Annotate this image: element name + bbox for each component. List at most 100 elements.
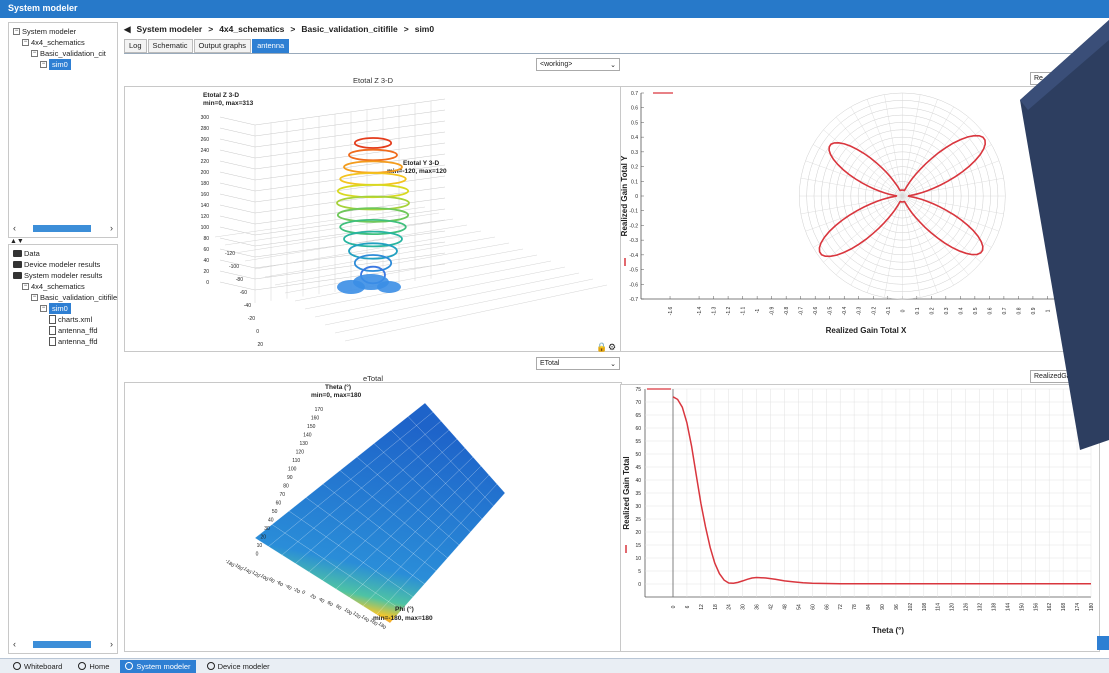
scroll-left-arrow-icon[interactable]: ‹ [13,639,16,650]
expand-icon[interactable]: − [22,283,29,290]
polar-grid-spoke [902,160,1000,197]
tree-item[interactable]: − sim0 [13,303,117,314]
surface-ring [343,160,403,174]
y-tick-label: 70 [635,400,641,406]
x-tick-label: 12 [699,604,705,610]
theta-tick-label: 40 [268,518,274,524]
floor-grid-line [294,254,538,302]
tree-item[interactable]: antenna_ffd [13,336,117,347]
lock-icon[interactable]: 🔒 [596,342,607,353]
x-tick-label: -0.9 [770,306,776,315]
x-tick-label: 132 [978,603,984,612]
tab-log[interactable]: Log [124,39,147,53]
tab-whiteboard[interactable]: Whiteboard [8,660,67,673]
z-tick-label: 220 [201,159,210,165]
theta-tick-label: 80 [283,484,289,490]
x-axis-label: Theta (°) [872,626,904,635]
theta-tick-label: 60 [276,501,282,507]
tree-item[interactable]: − Basic_validation_cit [13,48,106,59]
y-tick-label: -0.5 [629,268,638,274]
x-tick-label: -1 [755,309,761,314]
z-tick-label: 200 [201,170,210,176]
y-tick-label: 0.4 [631,135,638,141]
breadcrumb-level1[interactable]: 4x4_schematics [219,24,284,34]
y-tick-label: -0.2 [629,223,638,229]
tree-item[interactable]: − sim0 [13,59,106,70]
y-tick-label: 55 [635,439,641,445]
breadcrumb-root[interactable]: System modeler [137,24,203,34]
tab-output-graphs[interactable]: Output graphs [193,39,252,53]
tree-item[interactable]: −4x4_schematics [13,281,117,292]
breadcrumb: ◀ System modeler > 4x4_schematics > Basi… [124,22,434,36]
x-tick-label: 0 [900,309,906,312]
tree-item[interactable]: − Basic_validation_citifile [13,292,117,303]
expand-icon[interactable]: − [40,61,47,68]
tab-home[interactable]: Home [73,660,114,673]
results-tree-panel: Data Device modeler results System modeler… [8,244,118,654]
corner-button[interactable] [1097,636,1109,650]
y-tick-label: -60 [240,290,247,296]
tree-item[interactable]: −4x4_schematics [13,37,106,48]
wall-grid-line [219,171,256,181]
x-tick-label: 42 [769,604,775,610]
breadcrumb-level3[interactable]: sim0 [415,24,434,34]
etotal-3d-panel[interactable]: 300 280 260 240 220 200 180 160 140 120 100 80 60 40 2… [124,86,622,352]
expand-icon[interactable]: − [22,39,29,46]
y-tick-label: -120 [225,251,235,257]
working-select[interactable]: <working> ⌄ [536,58,620,71]
expand-icon[interactable]: − [40,305,47,312]
tree-item[interactable]: Device modeler results [13,259,117,270]
tree-item-label: System modeler [22,27,77,36]
surface-ring [353,137,393,149]
phi-tick-label: -40 [283,582,293,591]
expand-icon[interactable]: − [31,50,38,57]
tab-schematic[interactable]: Schematic [147,39,193,53]
gear-icon[interactable]: ⚙ [608,342,616,353]
y-tick-label: -100 [229,264,239,270]
y-axis-label: Realized Gain Total Y [621,155,629,236]
scroll-right-arrow-icon[interactable]: › [110,639,113,650]
x-tick-label: 36 [755,604,761,610]
x-tick-label: 114 [936,603,942,611]
tree-item[interactable]: − System modeler [13,26,106,37]
etotal-3d-plot[interactable]: 3002802602402202001801601401201008060402… [125,87,623,353]
breadcrumb-level2[interactable]: Basic_validation_citifile [301,24,397,34]
phi-tick-label: 140 [360,614,370,624]
etotal-select[interactable]: ETotal ⌄ [536,357,620,370]
horizontal-scrollbar[interactable]: ‹ › [11,639,115,650]
polar-grid-spoke [823,195,903,263]
x-tick-label: -0.8 [784,306,790,315]
scroll-thumb[interactable] [33,641,91,648]
horizontal-scrollbar[interactable]: ‹ › [11,223,115,234]
tab-antenna[interactable]: antenna [252,39,290,53]
expand-icon[interactable]: − [13,28,20,35]
back-icon[interactable]: ◀ [124,24,131,35]
tree-item[interactable]: antenna_ffd [13,325,117,336]
tree-item[interactable]: Data [13,248,117,259]
polar-grid-spoke [823,129,903,197]
wall-grid-line [219,182,256,192]
x-tick-label: 18 [713,604,719,610]
breadcrumb-sep: > [290,24,296,34]
device-modeler-icon [206,662,215,670]
breadcrumb-sep: > [403,24,409,34]
tab-label: Device modeler [217,661,270,671]
tree-item[interactable]: charts.xml [13,314,117,325]
expand-icon[interactable]: − [31,294,38,301]
x-tick-label: -0.4 [842,306,848,315]
scroll-right-arrow-icon[interactable]: › [110,223,113,234]
system-modeler-icon [125,662,134,670]
tree-item-label: sim0 [49,303,71,314]
phi-tick-label: -20 [292,586,302,595]
polar-grid-spoke [902,129,982,197]
tree-item[interactable]: System modeler results [13,270,117,281]
etotal-heatmap-plot[interactable]: 1701601501401301201101009080706050403020… [125,383,623,653]
etotal-heatmap-panel[interactable]: 170 160 150 140 130 120 110 100 90 80 70 60 50 40 30 20… [124,382,622,652]
scroll-thumb[interactable] [33,225,91,232]
wall-grid-line [219,204,256,214]
tab-device-modeler[interactable]: Device modeler [202,660,275,673]
tab-system-modeler[interactable]: System modeler [120,659,196,673]
theta-tick-label: 140 [303,433,312,439]
z-tick-label: 260 [201,137,210,143]
scroll-left-arrow-icon[interactable]: ‹ [13,223,16,234]
